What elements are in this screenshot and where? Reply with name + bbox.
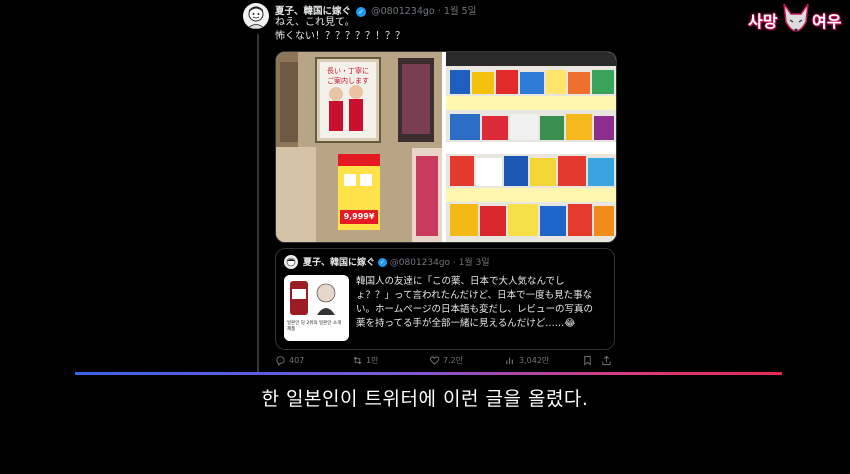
views-count: 3,042만 [519,356,550,365]
photo-store-wall[interactable]: 長い・丁寧に ご案内します 9,999¥ [276,52,442,242]
repost-button[interactable]: 1만 [352,355,378,366]
avatar[interactable] [243,3,269,29]
quoted-display-name[interactable]: 夏子、韓国に嫁ぐ [303,258,375,268]
views-button[interactable]: 3,042만 [505,355,549,366]
logo-text-left: 사망 [748,12,778,31]
heart-icon [429,356,440,365]
repost-count: 1만 [366,356,379,365]
price-tag: 9,999¥ [340,210,378,224]
verified-badge-icon: ✓ [356,6,367,17]
quoted-verified-badge-icon: ✓ [377,258,387,267]
like-count: 7.2만 [443,356,464,365]
subtitle-caption: 한 일본인이 트위터에 이런 글을 올렸다. [261,388,589,410]
bookmark-button[interactable] [582,355,593,366]
bookmark-icon [584,355,591,366]
fox-icon [783,3,809,32]
share-button[interactable] [601,355,612,366]
tweet[interactable]: 夏子、韓国に嫁ぐ ✓ @0801234go · 1월 5일 ねえ、これ見て。 怖… [240,0,620,372]
quoted-text: 韓国人の友達に「この薬、日本で大人気なんでし ょ？？」って言われたんだけど、日本… [356,276,594,329]
quoted-separator-dot: · [452,258,456,268]
tweet-header: 夏子、韓国に嫁ぐ ✓ @0801234go · 1월 5일 [275,3,476,17]
share-icon [602,355,611,366]
quoted-date[interactable]: 1월 3일 [459,258,490,268]
reply-count: 407 [289,356,305,365]
thread-line [257,34,259,372]
reply-button[interactable]: 407 [275,355,304,366]
sign-text-1: 長い・丁寧に [327,67,369,75]
sign-text-2: ご案内します [327,77,369,85]
tweet-date[interactable]: 1월 5일 [444,6,477,17]
tweet-media[interactable]: 長い・丁寧に ご案内します 9,999¥ [275,51,617,243]
action-bar: 407 1만 7.2만 3,042만 [275,355,615,369]
channel-logo: 사망 여우 [746,0,846,42]
quoted-thumbnail[interactable]: 일본인 당 2위의 일본인 소개 제품 [284,275,349,341]
repost-icon [353,356,362,365]
quoted-tweet[interactable]: 夏子、韓国に嫁ぐ ✓ @0801234go · 1월 3일 일본인 당 2위의 … [275,248,615,350]
photo-pharmacy-shelf[interactable] [446,52,616,242]
separator-dot: · [437,6,441,17]
reply-icon [276,356,285,366]
quoted-header: 夏子、韓国に嫁ぐ ✓ @0801234go · 1월 3일 [303,255,490,268]
tweet-text: ねえ、これ見て。 怖くない！？？？？？！？？ [275,16,405,44]
tweet-line-2: 怖くない！？？？？？！？？ [275,31,405,42]
views-icon [506,357,513,365]
quoted-avatar[interactable] [284,255,298,269]
tweet-line-1: ねえ、これ見て。 [275,17,355,28]
logo-text-right: 여우 [812,12,842,31]
quoted-handle[interactable]: @0801234go [390,258,450,268]
gradient-divider [75,372,782,375]
like-button[interactable]: 7.2만 [429,355,463,366]
thumbnail-caption: 일본인 당 2위의 일본인 소개 제품 [287,321,342,332]
